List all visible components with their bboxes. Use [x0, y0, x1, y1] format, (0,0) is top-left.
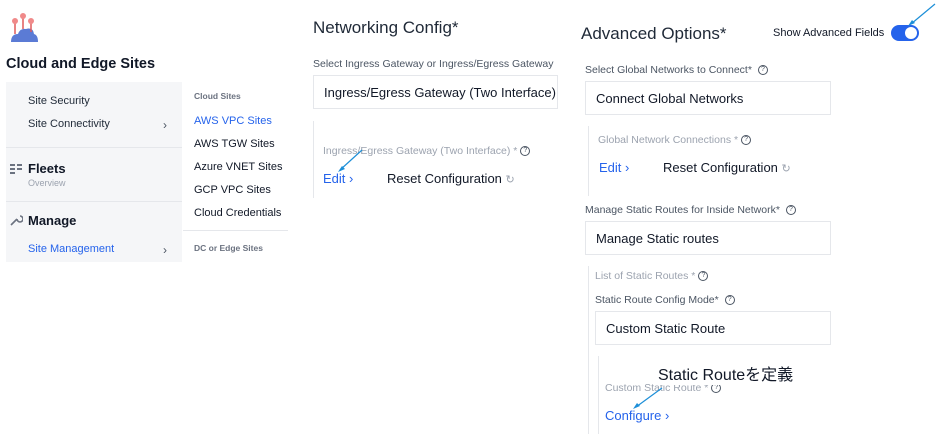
sidebar-item-fleets[interactable]: Fleets	[28, 161, 66, 176]
section-indent-line	[588, 266, 589, 434]
help-icon[interactable]: ?	[757, 65, 768, 76]
section-indent-line	[588, 126, 589, 196]
sidebar-item-site-security[interactable]: Site Security	[28, 95, 90, 107]
toggle-knob	[905, 27, 917, 39]
submenu-item-aws-vpc[interactable]: AWS VPC Sites	[194, 115, 272, 127]
wrench-icon	[10, 215, 23, 226]
gateway-select-label: Select Ingress Gateway or Ingress/Egress…	[313, 58, 554, 70]
submenu-item-azure-vnet[interactable]: Azure VNET Sites	[194, 161, 282, 173]
annotation-arrow-icon	[338, 149, 363, 172]
sidebar: Site Security Site Connectivity › Fleets…	[6, 82, 182, 262]
route-config-mode-select[interactable]: Custom Static Route	[595, 311, 831, 345]
sidebar-item-fleets-sub: Overview	[28, 178, 66, 188]
global-networks-select[interactable]: Connect Global Networks	[585, 81, 831, 115]
help-icon[interactable]: ?	[785, 205, 796, 216]
annotation-arrow-icon	[633, 387, 663, 409]
submenu-heading-dc-edge: DC or Edge Sites	[194, 243, 263, 253]
submenu-heading-cloud: Cloud Sites	[194, 91, 241, 101]
edit-global-connections-button[interactable]: Edit ›	[599, 160, 629, 175]
submenu-item-gcp-vpc[interactable]: GCP VPC Sites	[194, 184, 271, 196]
refresh-icon: ↻	[505, 174, 515, 186]
sidebar-item-site-connectivity[interactable]: Site Connectivity	[28, 118, 110, 130]
help-icon[interactable]: ?	[698, 271, 709, 282]
chevron-right-icon[interactable]: ›	[163, 118, 167, 132]
global-networks-value: Connect Global Networks	[596, 90, 744, 106]
section-indent-line	[313, 121, 314, 198]
global-network-connections-label: Global Network Connections *?	[598, 134, 752, 146]
refresh-icon: ↻	[781, 163, 791, 175]
divider	[183, 230, 288, 231]
fleets-icon	[10, 164, 22, 174]
section-indent-line	[598, 356, 599, 434]
static-routes-value: Manage Static routes	[596, 230, 719, 246]
annotation-text: Static Routeを定義	[658, 361, 794, 385]
edge-network-logo-icon	[11, 13, 38, 42]
route-config-mode-value: Custom Static Route	[606, 320, 726, 336]
divider	[6, 201, 182, 202]
static-routes-list-label: List of Static Routes *?	[595, 270, 709, 282]
help-icon[interactable]: ?	[520, 146, 531, 157]
chevron-right-icon: ›	[625, 160, 630, 175]
sidebar-item-manage[interactable]: Manage	[28, 213, 76, 228]
global-networks-label: Select Global Networks to Connect*?	[585, 64, 768, 76]
help-icon[interactable]: ?	[741, 135, 752, 146]
route-config-mode-label: Static Route Config Mode*?	[595, 294, 735, 306]
static-routes-label: Manage Static Routes for Inside Network*…	[585, 204, 796, 216]
networking-config-title: Networking Config*	[313, 18, 459, 37]
reset-gateway-config-button[interactable]: Reset Configuration ↻	[387, 171, 515, 186]
advanced-options-title: Advanced Options*	[581, 24, 727, 43]
submenu: Cloud Sites AWS VPC Sites AWS TGW Sites …	[183, 82, 288, 262]
submenu-item-cloud-credentials[interactable]: Cloud Credentials	[194, 207, 281, 219]
help-icon[interactable]: ?	[724, 295, 735, 306]
submenu-item-aws-tgw[interactable]: AWS TGW Sites	[194, 138, 275, 150]
annotation-arrow-icon	[908, 3, 936, 26]
reset-global-connections-button[interactable]: Reset Configuration ↻	[663, 160, 791, 175]
sidebar-item-site-management[interactable]: Site Management	[28, 243, 114, 255]
gateway-select-value: Ingress/Egress Gateway (Two Interface)	[324, 84, 556, 100]
gateway-select[interactable]: Ingress/Egress Gateway (Two Interface)	[313, 75, 558, 109]
show-advanced-fields-label: Show Advanced Fields	[773, 27, 885, 39]
divider	[6, 147, 182, 148]
app-title: Cloud and Edge Sites	[6, 56, 156, 72]
static-routes-select[interactable]: Manage Static routes	[585, 221, 831, 255]
chevron-right-icon[interactable]: ›	[163, 243, 167, 257]
